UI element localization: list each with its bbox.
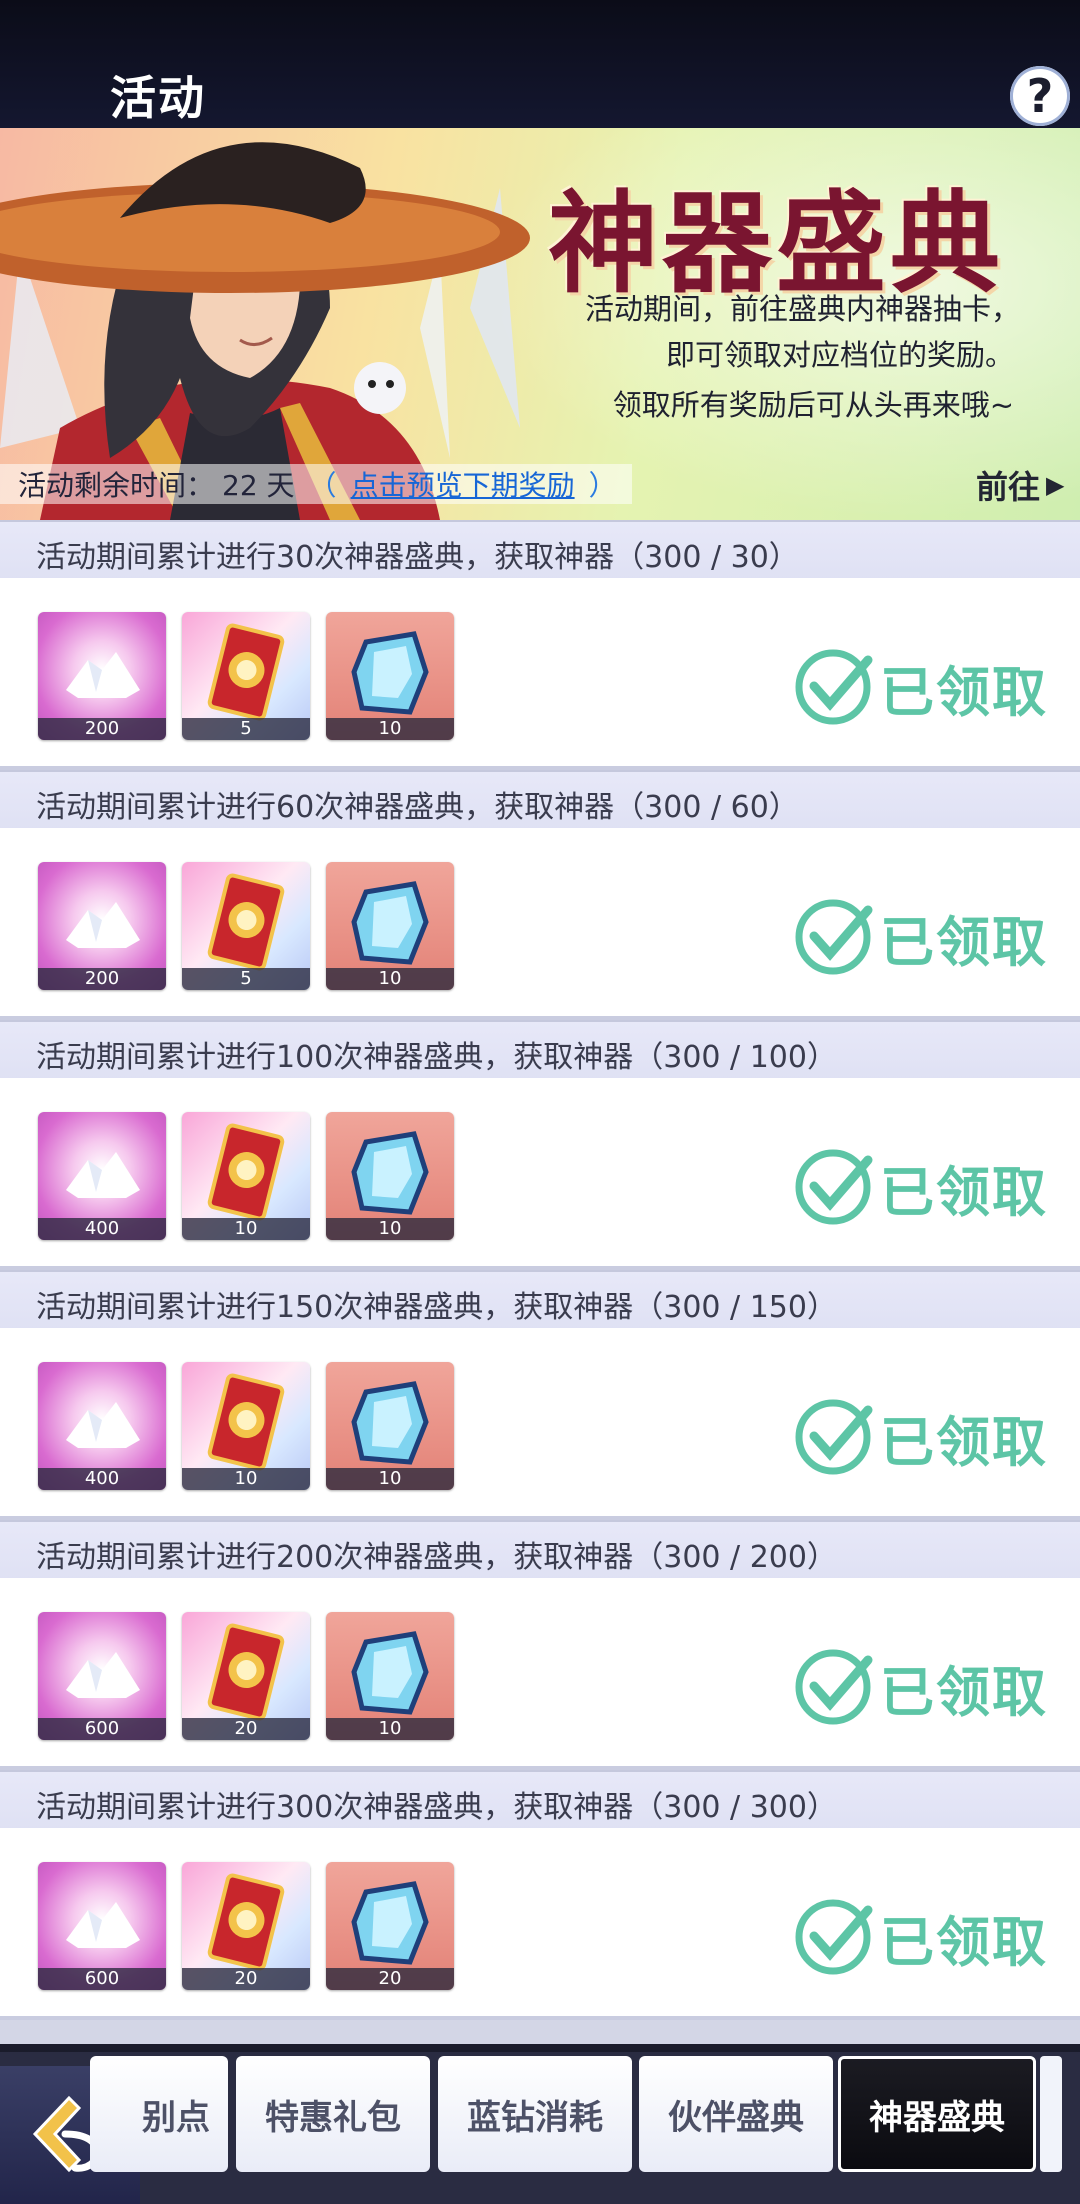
reward-qty: 400 (38, 1468, 166, 1490)
reward-card-item[interactable]: 20 (182, 1612, 310, 1740)
tab-special-packs[interactable]: 特惠礼包 (236, 2056, 430, 2172)
goto-button[interactable]: 前往 ▶ (976, 462, 1064, 508)
reward-shard-item[interactable]: 20 (326, 1862, 454, 1990)
reward-shard-item[interactable]: 10 (326, 612, 454, 740)
claimed-status: 已领取 (792, 1894, 1048, 1980)
check-circle-icon (795, 1399, 873, 1475)
reward-qty: 10 (326, 1218, 454, 1240)
claimed-status: 已领取 (792, 644, 1048, 730)
task-title: 活动期间累计进行30次神器盛典，获取神器（300 / 30） (36, 540, 799, 575)
event-banner: 神器盛典 活动期间，前往盛典内神器抽卡， 即可领取对应档位的奖励。 领取所有奖励… (0, 128, 1080, 520)
claimed-label: 已领取 (880, 909, 1048, 974)
reward-qty: 10 (182, 1468, 310, 1490)
claimed-status: 已领取 (792, 1394, 1048, 1480)
banner-desc-line-3: 领取所有奖励后可从头再来哦~ (612, 388, 1014, 422)
paren-close: ） (588, 469, 617, 502)
task-title: 活动期间累计进行200次神器盛典，获取神器（300 / 200） (36, 1540, 837, 1575)
task-row: 活动期间累计进行150次神器盛典，获取神器（300 / 150） 400 10 … (0, 1270, 1080, 1520)
timer-label: 活动剩余时间： (18, 469, 215, 502)
reward-qty: 10 (326, 718, 454, 740)
reward-crystal-item[interactable]: 400 (38, 1362, 166, 1490)
reward-qty: 20 (182, 1968, 310, 1990)
reward-qty: 20 (326, 1968, 454, 1990)
task-row: 活动期间累计进行30次神器盛典，获取神器（300 / 30） 200 5 10 … (0, 520, 1080, 770)
claimed-status: 已领取 (792, 1144, 1048, 1230)
claimed-label: 已领取 (880, 1909, 1048, 1974)
tab-blue-diamond-spend[interactable]: 蓝钻消耗 (438, 2056, 632, 2172)
timer-bar: 活动剩余时间： 22 天 （ 点击预览下期奖励 ） (0, 464, 632, 504)
check-circle-icon (795, 1899, 873, 1975)
reward-crystal-item[interactable]: 600 (38, 1612, 166, 1740)
task-row: 活动期间累计进行60次神器盛典，获取神器（300 / 60） 200 5 10 … (0, 770, 1080, 1020)
reward-qty: 20 (182, 1718, 310, 1740)
tab-partner-festival[interactable]: 伙伴盛典 (639, 2056, 833, 2172)
reward-crystal-item[interactable]: 200 (38, 862, 166, 990)
reward-qty: 600 (38, 1718, 166, 1740)
reward-qty: 400 (38, 1218, 166, 1240)
help-icon[interactable]: ? (1010, 66, 1070, 126)
reward-crystal-item[interactable]: 600 (38, 1862, 166, 1990)
task-row: 活动期间累计进行200次神器盛典，获取神器（300 / 200） 600 20 … (0, 1520, 1080, 1770)
reward-card-item[interactable]: 5 (182, 862, 310, 990)
tab-artifact-festival[interactable]: 神器盛典 (838, 2056, 1036, 2172)
chevron-right-icon: ▶ (1046, 471, 1065, 499)
reward-qty: 10 (182, 1218, 310, 1240)
claimed-label: 已领取 (880, 659, 1048, 724)
bottom-nav: 别点 特惠礼包 蓝钻消耗 伙伴盛典 神器盛典 (0, 2044, 1080, 2204)
banner-desc-line-2: 即可领取对应档位的奖励。 (665, 338, 1014, 372)
check-circle-icon (795, 899, 873, 975)
reward-card-item[interactable]: 10 (182, 1362, 310, 1490)
reward-qty: 5 (182, 968, 310, 990)
reward-shard-item[interactable]: 10 (326, 862, 454, 990)
check-circle-icon (795, 1149, 873, 1225)
task-title: 活动期间累计进行100次神器盛典，获取神器（300 / 100） (36, 1040, 837, 1075)
goto-label: 前往 (976, 468, 1041, 506)
reward-qty: 10 (326, 968, 454, 990)
task-title: 活动期间累计进行150次神器盛典，获取神器（300 / 150） (36, 1290, 837, 1325)
reward-qty: 600 (38, 1968, 166, 1990)
reward-qty: 5 (182, 718, 310, 740)
claimed-label: 已领取 (880, 1659, 1048, 1724)
reward-qty: 200 (38, 968, 166, 990)
task-title: 活动期间累计进行60次神器盛典，获取神器（300 / 60） (36, 790, 799, 825)
reward-card-item[interactable]: 5 (182, 612, 310, 740)
reward-card-item[interactable]: 10 (182, 1112, 310, 1240)
check-circle-icon (795, 649, 873, 725)
claimed-label: 已领取 (880, 1159, 1048, 1224)
reward-card-item[interactable]: 20 (182, 1862, 310, 1990)
banner-desc-line-1: 活动期间，前往盛典内神器抽卡， (584, 292, 1020, 326)
check-circle-icon (795, 1649, 873, 1725)
task-title: 活动期间累计进行300次神器盛典，获取神器（300 / 300） (36, 1790, 837, 1825)
reward-qty: 200 (38, 718, 166, 740)
reward-shard-item[interactable]: 10 (326, 1362, 454, 1490)
reward-shard-item[interactable]: 10 (326, 1612, 454, 1740)
character-illustration (0, 142, 530, 520)
task-row: 活动期间累计进行300次神器盛典，获取神器（300 / 300） 600 20 … (0, 1770, 1080, 2020)
claimed-status: 已领取 (792, 1644, 1048, 1730)
reward-shard-item[interactable]: 10 (326, 1112, 454, 1240)
preview-next-rewards-link[interactable]: 点击预览下期奖励 (351, 464, 575, 504)
page-title: 活动 (110, 71, 206, 125)
reward-qty: 10 (326, 1468, 454, 1490)
top-bar: 活动 ? (0, 0, 1080, 128)
reward-crystal-item[interactable]: 400 (38, 1112, 166, 1240)
claimed-label: 已领取 (880, 1409, 1048, 1474)
reward-crystal-item[interactable]: 200 (38, 612, 166, 740)
timer-value: 22 天 (222, 469, 295, 502)
reward-qty: 10 (326, 1718, 454, 1740)
tab-bie-dian[interactable]: 别点 (90, 2056, 228, 2172)
claimed-status: 已领取 (792, 894, 1048, 980)
paren-open: （ (308, 469, 337, 502)
task-row: 活动期间累计进行100次神器盛典，获取神器（300 / 100） 400 10 … (0, 1020, 1080, 1270)
